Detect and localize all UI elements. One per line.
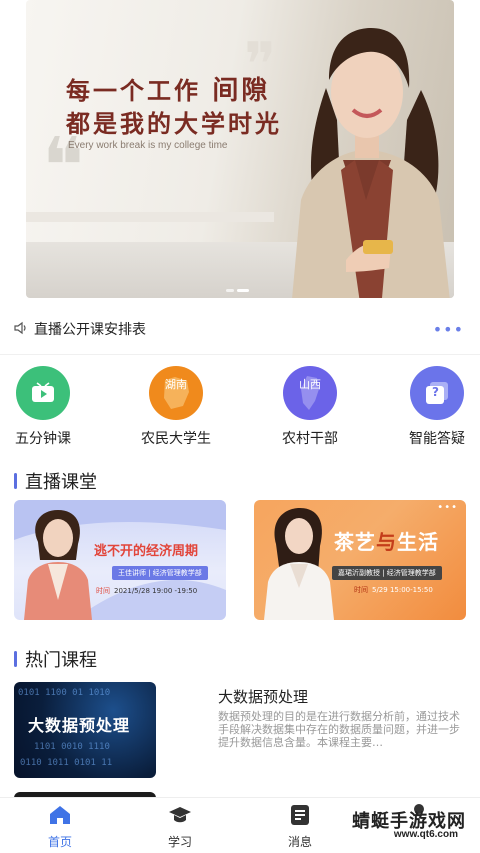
live-card[interactable]: ••• 茶艺与生活 嘉珺沂副教授 | 经济管理教学部 时间 5/29 15:00-… [254, 500, 466, 620]
message-icon [291, 805, 309, 825]
live-card-time: 时间 5/29 15:00-15:50 [354, 585, 433, 595]
graduation-cap-icon [169, 807, 191, 823]
quick-link-label: 五分钟课 [15, 431, 71, 447]
live-schedule-notice[interactable]: 直播公开课安排表 ••• [0, 314, 480, 344]
carousel-dot-active[interactable] [237, 289, 249, 292]
speaker-icon [14, 321, 26, 335]
home-icon [50, 806, 70, 824]
live-card-title: 逃不开的经济周期 [94, 544, 199, 559]
banner-title-accent: 间隙 [212, 76, 271, 106]
section-accent-bar [14, 473, 17, 489]
live-card[interactable]: 逃不开的经济周期 王佳讲师 | 经济管理教学部 时间 2021/5/28 19:0… [14, 500, 226, 620]
section-accent-bar [14, 651, 17, 667]
quick-link-rural-cadre[interactable]: 山西 农村干部 [265, 366, 355, 448]
notice-text[interactable]: 直播公开课安排表 [34, 319, 146, 339]
tab-home[interactable]: 首页 [20, 804, 100, 850]
quick-link-icon[interactable] [16, 366, 70, 420]
promo-banner[interactable]: ❞ ❝ 每一个工作 间隙 都是我的大学时光 Every work break i… [26, 0, 454, 298]
quick-link-smart-qa[interactable]: ? 智能答疑 [392, 366, 480, 448]
video-play-icon [32, 382, 54, 402]
banner-subtitle: Every work break is my college time [68, 140, 228, 151]
divider [0, 354, 480, 355]
banner-title-line1: 每一个工作 间隙 [66, 70, 270, 107]
watermark-url: www.qt6.com [393, 829, 458, 840]
banner-whiteboard [26, 212, 274, 222]
banner-woman-photo [292, 28, 450, 298]
teacher-photo [264, 508, 334, 620]
tab-label: 首页 [47, 835, 72, 849]
quick-link-label: 农村干部 [282, 431, 338, 447]
more-icon[interactable]: ••• [433, 320, 464, 339]
quick-link-icon[interactable]: 湖南 [149, 366, 203, 420]
teacher-photo [24, 510, 92, 620]
more-icon[interactable]: ••• [437, 502, 458, 513]
live-card-title: 茶艺与生活 [334, 526, 439, 555]
quick-link-farmer-student[interactable]: 湖南 农民大学生 [131, 366, 221, 448]
province-badge: 湖南 [165, 378, 187, 391]
binary-decoration: 0110 1011 0101 11 [20, 758, 113, 768]
live-card-teacher: 嘉珺沂副教授 | 经济管理教学部 [332, 566, 442, 580]
binary-decoration: 1101 0010 1110 [34, 742, 110, 752]
section-title-live: 直播课堂 [14, 468, 97, 494]
title-part: 茶艺 [334, 530, 376, 554]
quick-link-label: 智能答疑 [409, 431, 465, 447]
title-part: 与 [376, 530, 397, 554]
section-title-text: 热门课程 [25, 650, 97, 671]
live-card-teacher: 王佳讲师 | 经济管理教学部 [112, 566, 208, 580]
tab-messages[interactable]: 消息 [260, 804, 340, 850]
section-title-text: 直播课堂 [25, 472, 97, 493]
site-watermark: 蜻蜓手游戏网 www.qt6.com [350, 807, 466, 843]
quick-links: 五分钟课 湖南 农民大学生 山西 农村干部 ? 智能答疑 [0, 366, 480, 452]
course-thumbnail[interactable]: 0101 1100 01 1010 1101 0010 1110 0110 10… [14, 682, 156, 778]
banner-title-prefix: 每一个工作 [66, 77, 201, 105]
carousel-dot[interactable] [226, 289, 234, 292]
quick-link-icon[interactable]: 山西 [283, 366, 337, 420]
live-card-time: 时间 2021/5/28 19:00 -19:50 [96, 586, 197, 596]
quick-link-five-minute[interactable]: 五分钟课 [0, 366, 88, 448]
time-value: 5/29 15:00-15:50 [372, 586, 433, 594]
time-label: 时间 [354, 586, 368, 594]
carousel-indicator [226, 289, 249, 292]
course-name[interactable]: 大数据预处理 [218, 686, 308, 707]
province-badge: 山西 [299, 378, 321, 391]
quick-link-icon[interactable]: ? [410, 366, 464, 420]
course-item[interactable]: 0101 1100 01 1010 1101 0010 1110 0110 10… [14, 682, 466, 778]
question-mark: ? [432, 385, 439, 399]
time-label: 时间 [96, 587, 110, 595]
banner-title-line2: 都是我的大学时光 [66, 110, 282, 138]
title-part: 生活 [397, 530, 439, 554]
tab-label: 学习 [167, 835, 192, 849]
section-title-hot: 热门课程 [14, 646, 97, 672]
quick-link-label: 农民大学生 [141, 431, 211, 447]
course-thumb-title: 大数据预处理 [28, 716, 131, 735]
tab-study[interactable]: 学习 [140, 804, 220, 850]
course-description: 数据预处理的目的是在进行数据分析前，通过技术手段解决数据集中存在的数据质量问题，… [218, 710, 460, 749]
tab-label: 消息 [287, 835, 312, 849]
time-value: 2021/5/28 19:00 -19:50 [114, 587, 198, 595]
binary-decoration: 0101 1100 01 1010 [18, 688, 111, 698]
